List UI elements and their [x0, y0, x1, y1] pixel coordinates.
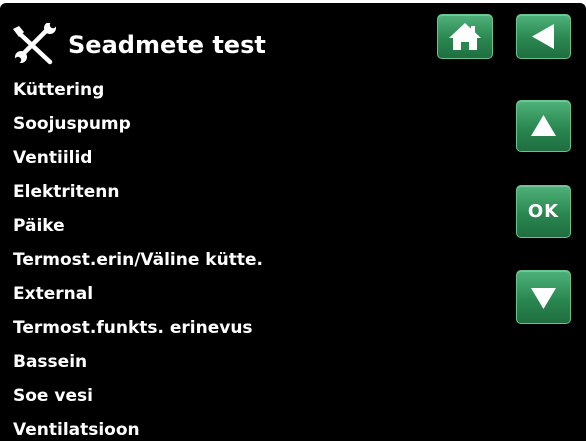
- scroll-up-button[interactable]: [516, 100, 571, 152]
- home-icon: [449, 23, 481, 50]
- menu-item-external[interactable]: External: [13, 277, 263, 311]
- back-arrow-icon: [532, 24, 554, 49]
- menu-item-kuttering[interactable]: Küttering: [13, 73, 263, 107]
- menu-item-ventilatsioon[interactable]: Ventilatsioon: [13, 413, 263, 441]
- menu-item-bassein[interactable]: Bassein: [13, 345, 263, 379]
- screen: Seadmete test OK Küttering Soojuspump Ve…: [0, 3, 586, 441]
- back-button[interactable]: [516, 14, 571, 59]
- test-menu-list: Küttering Soojuspump Ventiilid Elektrite…: [13, 73, 263, 441]
- home-button[interactable]: [437, 14, 493, 59]
- menu-item-soojuspump[interactable]: Soojuspump: [13, 107, 263, 141]
- menu-item-soe-vesi[interactable]: Soe vesi: [13, 379, 263, 413]
- menu-item-paike[interactable]: Päike: [13, 209, 263, 243]
- menu-item-termost-erin[interactable]: Termost.erin/Väline kütte.: [13, 243, 263, 277]
- tools-icon: [13, 23, 57, 65]
- menu-item-elektritenn[interactable]: Elektritenn: [13, 175, 263, 209]
- page-title: Seadmete test: [68, 31, 266, 59]
- ok-button[interactable]: OK: [516, 185, 571, 238]
- ok-label: OK: [527, 201, 560, 222]
- menu-item-termost-funkts[interactable]: Termost.funkts. erinevus: [13, 311, 263, 345]
- arrow-up-icon: [531, 115, 556, 136]
- scroll-down-button[interactable]: [516, 270, 571, 324]
- menu-item-ventiilid[interactable]: Ventiilid: [13, 141, 263, 175]
- arrow-down-icon: [531, 288, 556, 309]
